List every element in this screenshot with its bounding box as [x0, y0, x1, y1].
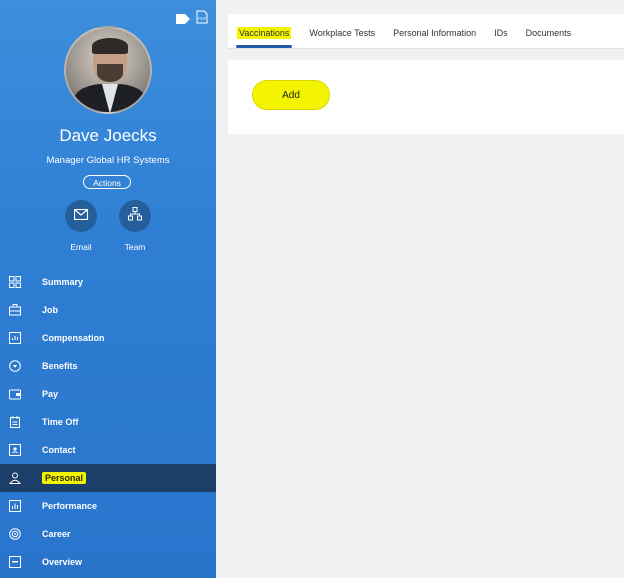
team-button[interactable] — [119, 200, 151, 232]
job-icon — [8, 303, 22, 317]
vaccinations-panel: Add — [228, 60, 624, 134]
sidebar-item-label: Overview — [42, 557, 83, 567]
sidebar-item-label: Pay — [42, 389, 59, 399]
sidebar-item-performance[interactable]: Performance — [0, 492, 216, 520]
tab-label: IDs — [494, 28, 508, 38]
sidebar-item-label: Performance — [42, 501, 98, 511]
sidebar-item-label: Benefits — [42, 361, 78, 371]
sidebar-item-label: Personal — [42, 472, 87, 484]
sidebar-item-label: Summary — [42, 277, 84, 287]
tab-personal-information[interactable]: Personal Information — [384, 14, 485, 48]
tab-label: Workplace Tests — [309, 28, 376, 38]
contact-icon — [8, 443, 22, 457]
sidebar-item-pay[interactable]: Pay — [0, 380, 216, 408]
tag-icon[interactable] — [176, 11, 190, 29]
avatar — [64, 26, 152, 114]
email-label: Email — [70, 242, 92, 252]
sidebar-top-icons: PDF — [176, 10, 208, 29]
sidebar-item-label: Job — [42, 305, 59, 315]
tab-vaccinations[interactable]: Vaccinations — [228, 14, 300, 48]
tab-bar: Vaccinations Workplace Tests Personal In… — [228, 14, 624, 48]
summary-icon — [8, 275, 22, 289]
pay-icon — [8, 387, 22, 401]
mail-icon — [73, 207, 89, 225]
tab-workplace-tests[interactable]: Workplace Tests — [300, 14, 384, 48]
time-off-icon — [8, 415, 22, 429]
sidebar-item-overview[interactable]: Overview — [0, 548, 216, 576]
tabs-divider — [228, 48, 624, 49]
overview-icon — [8, 555, 22, 569]
sidebar-item-summary[interactable]: Summary — [0, 268, 216, 296]
svg-text:PDF: PDF — [198, 16, 207, 21]
sidebar-item-personal[interactable]: Personal — [0, 464, 216, 492]
sidebar-item-label: Compensation — [42, 333, 105, 343]
sidebar-item-career[interactable]: Career — [0, 520, 216, 548]
sidebar-item-contact[interactable]: Contact — [0, 436, 216, 464]
pdf-icon[interactable]: PDF — [196, 10, 208, 29]
sidebar-item-time-off[interactable]: Time Off — [0, 408, 216, 436]
tab-label: Documents — [525, 28, 572, 38]
performance-icon — [8, 499, 22, 513]
team-label: Team — [124, 242, 146, 252]
sidebar-item-label: Time Off — [42, 417, 79, 427]
email-button[interactable] — [65, 200, 97, 232]
worker-title: Manager Global HR Systems — [46, 155, 170, 166]
worker-name: Dave Joecks — [59, 126, 157, 145]
sidebar-item-label: Career — [42, 529, 71, 539]
sidebar-item-benefits[interactable]: Benefits — [0, 352, 216, 380]
sidebar-nav: Summary Job Compensation Benefits Pay Ti… — [0, 268, 216, 576]
sidebar-item-label: Contact — [42, 445, 76, 455]
career-icon — [8, 527, 22, 541]
team-icon — [128, 206, 142, 226]
compensation-icon — [8, 331, 22, 345]
person-icon — [8, 471, 22, 485]
sidebar-item-compensation[interactable]: Compensation — [0, 324, 216, 352]
main-content: Vaccinations Workplace Tests Personal In… — [216, 0, 624, 578]
tab-ids[interactable]: IDs — [485, 14, 517, 48]
tab-label: Vaccinations — [237, 27, 292, 39]
sidebar-item-job[interactable]: Job — [0, 296, 216, 324]
benefits-icon — [8, 359, 22, 373]
add-button[interactable]: Add — [252, 80, 330, 110]
tab-documents[interactable]: Documents — [517, 14, 581, 48]
actions-button[interactable]: Actions — [83, 175, 131, 189]
tab-label: Personal Information — [393, 28, 477, 38]
worker-sidebar: PDF Dave Joecks Manager Global HR System… — [0, 0, 216, 578]
